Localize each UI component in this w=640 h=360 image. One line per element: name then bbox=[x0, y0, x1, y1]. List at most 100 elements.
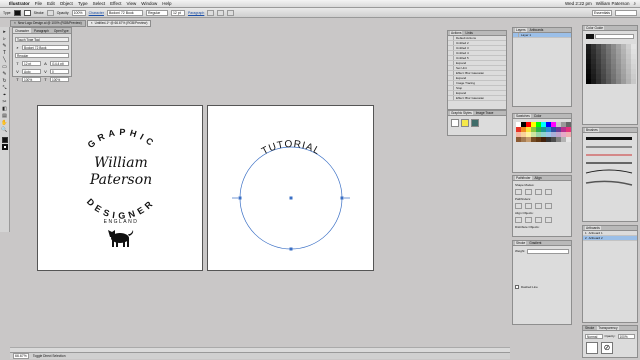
pen-tool-icon[interactable]: ✎ bbox=[1, 43, 8, 49]
tab-layers[interactable]: Layers bbox=[515, 28, 527, 32]
fill-color-box[interactable] bbox=[1, 137, 8, 143]
align-button[interactable] bbox=[535, 217, 542, 223]
no-mask-icon[interactable]: ⊘ bbox=[601, 342, 613, 354]
crop-button[interactable] bbox=[545, 203, 552, 209]
menu-select[interactable]: Select bbox=[93, 1, 106, 6]
leading-field[interactable]: (14.4 pt) bbox=[50, 60, 69, 66]
tab-pathfinder[interactable]: Pathfinder bbox=[515, 176, 532, 180]
graph-tool-icon[interactable]: ▤ bbox=[1, 113, 8, 119]
spotlight-icon[interactable]: ⌕ bbox=[633, 1, 636, 6]
layer-row[interactable]: Layer 1 bbox=[513, 33, 571, 38]
tab-image-trace[interactable]: Image Trace bbox=[476, 111, 494, 115]
tab-align[interactable]: Align bbox=[535, 176, 542, 180]
tab-paragraph[interactable]: Paragraph bbox=[32, 28, 51, 33]
stroke-color-box[interactable] bbox=[1, 144, 8, 150]
font-family-field[interactable]: Bodoni 72 Book bbox=[22, 44, 69, 50]
workspace-switcher[interactable]: Essentials bbox=[592, 9, 612, 16]
selection-tool-icon[interactable]: ▸ bbox=[1, 29, 8, 35]
exclude-button[interactable] bbox=[545, 189, 552, 195]
zoom-tool-icon[interactable]: 🔍 bbox=[1, 127, 8, 133]
tab-actions[interactable]: Actions bbox=[450, 31, 463, 35]
tab-stroke[interactable]: Stroke bbox=[515, 241, 527, 245]
tab-artboards-panel[interactable]: Artboards bbox=[585, 226, 601, 230]
search-help-field[interactable] bbox=[615, 9, 637, 16]
tutorial-arc-text[interactable]: TUTORIAL bbox=[260, 139, 322, 158]
user-name[interactable]: William Paterson bbox=[596, 1, 630, 6]
artboard-1[interactable]: GRAPHIC William Paterson DESIGNER ENGLAN… bbox=[37, 105, 203, 271]
tab-gradient[interactable]: Gradient bbox=[529, 241, 541, 245]
artboard-row[interactable]: 2 Artboard 2 bbox=[583, 236, 637, 241]
swatch[interactable] bbox=[566, 137, 571, 142]
menu-type[interactable]: Type bbox=[78, 1, 88, 6]
scissors-tool-icon[interactable]: ✂ bbox=[1, 99, 8, 105]
tab-stroke-2[interactable]: Stroke bbox=[585, 326, 594, 330]
eyedropper-tool-icon[interactable]: ⌖ bbox=[1, 92, 8, 98]
stroke-swatch[interactable] bbox=[23, 9, 31, 16]
horizontal-scale-field[interactable]: 100% bbox=[50, 76, 69, 82]
kerning-field[interactable]: Auto bbox=[22, 68, 41, 74]
unite-button[interactable] bbox=[515, 189, 522, 195]
tab-color-guide[interactable]: Color Guide bbox=[585, 26, 605, 30]
rectangle-tool-icon[interactable]: ▭ bbox=[1, 64, 8, 70]
hand-tool-icon[interactable]: ✋ bbox=[1, 120, 8, 126]
fill-swatch[interactable] bbox=[13, 9, 21, 16]
path-anchor-points[interactable] bbox=[238, 196, 344, 251]
tab-links[interactable]: Links bbox=[465, 31, 472, 35]
stroke-weight-stepper[interactable] bbox=[46, 9, 54, 16]
doc-tab-active[interactable]: × Untitled-1* @ 66.67% (RGB/Preview) bbox=[86, 20, 152, 27]
font-field[interactable]: Bodoni 72 Book bbox=[106, 9, 143, 16]
opacity-panel-field[interactable]: 100% bbox=[617, 333, 636, 339]
clock[interactable]: Wed 2:22 pm bbox=[565, 1, 592, 6]
menu-window[interactable]: Window bbox=[141, 1, 157, 6]
align-center-button[interactable] bbox=[217, 9, 225, 16]
align-button[interactable] bbox=[545, 217, 552, 223]
doc-tab-close-icon[interactable]: × bbox=[91, 21, 93, 26]
divide-button[interactable] bbox=[515, 203, 522, 209]
menu-edit[interactable]: Edit bbox=[47, 1, 55, 6]
tab-opentype[interactable]: OpenType bbox=[52, 28, 71, 33]
type-tool-icon[interactable]: T bbox=[1, 50, 8, 56]
zoom-field[interactable]: 66.67% bbox=[13, 353, 29, 359]
menu-app-name[interactable]: Illustrator bbox=[9, 1, 30, 6]
action-row[interactable]: Effect: Blur Gaussian bbox=[448, 96, 506, 101]
tab-graphic-styles[interactable]: Graphic Styles bbox=[450, 111, 473, 115]
opacity-field[interactable]: 100% bbox=[71, 9, 86, 16]
shape-builder-tool-icon[interactable]: ◧ bbox=[1, 106, 8, 112]
doc-tab-close-icon[interactable]: × bbox=[14, 21, 16, 26]
weight-field[interactable] bbox=[527, 248, 569, 254]
tab-character[interactable]: Character bbox=[13, 28, 31, 33]
paragraph-link[interactable]: Paragraph bbox=[188, 11, 204, 15]
style-swatch[interactable] bbox=[461, 119, 469, 127]
tab-artboards[interactable]: Artboards bbox=[530, 28, 544, 32]
guide-swatch[interactable] bbox=[631, 79, 636, 84]
align-right-button[interactable] bbox=[227, 9, 235, 16]
rotate-tool-icon[interactable]: ↻ bbox=[1, 78, 8, 84]
dashed-checkbox[interactable] bbox=[515, 285, 519, 289]
tab-swatches[interactable]: Swatches bbox=[515, 114, 531, 118]
menu-file[interactable]: File bbox=[35, 1, 42, 6]
align-button[interactable] bbox=[515, 217, 522, 223]
object-thumbnail[interactable] bbox=[586, 342, 598, 354]
pencil-tool-icon[interactable]: ✎ bbox=[1, 71, 8, 77]
size-field[interactable]: 12 pt bbox=[170, 9, 185, 16]
menu-object[interactable]: Object bbox=[60, 1, 73, 6]
tab-transparency[interactable]: Transparency bbox=[597, 326, 619, 330]
trim-button[interactable] bbox=[525, 203, 532, 209]
style-field[interactable]: Regular bbox=[145, 9, 168, 16]
character-link[interactable]: Character bbox=[89, 11, 104, 15]
menu-effect[interactable]: Effect bbox=[110, 1, 121, 6]
tab-color[interactable]: Color bbox=[534, 114, 542, 118]
artboard-2[interactable]: TUTORIAL bbox=[207, 105, 374, 271]
touch-type-button[interactable]: Touch Type Tool bbox=[15, 36, 69, 42]
doc-tab[interactable]: × New Logo Design.ai @ 100% (RGB/Preview… bbox=[10, 20, 86, 27]
tracking-field[interactable]: 0 bbox=[50, 68, 69, 74]
merge-button[interactable] bbox=[535, 203, 542, 209]
line-tool-icon[interactable]: ╲ bbox=[1, 57, 8, 63]
intersect-button[interactable] bbox=[535, 189, 542, 195]
menu-view[interactable]: View bbox=[127, 1, 137, 6]
font-size-field[interactable]: 12 pt bbox=[22, 60, 41, 66]
minus-front-button[interactable] bbox=[525, 189, 532, 195]
tab-brushes[interactable]: Brushes bbox=[585, 128, 599, 132]
vertical-scale-field[interactable]: 100% bbox=[22, 76, 41, 82]
menu-help[interactable]: Help bbox=[162, 1, 171, 6]
